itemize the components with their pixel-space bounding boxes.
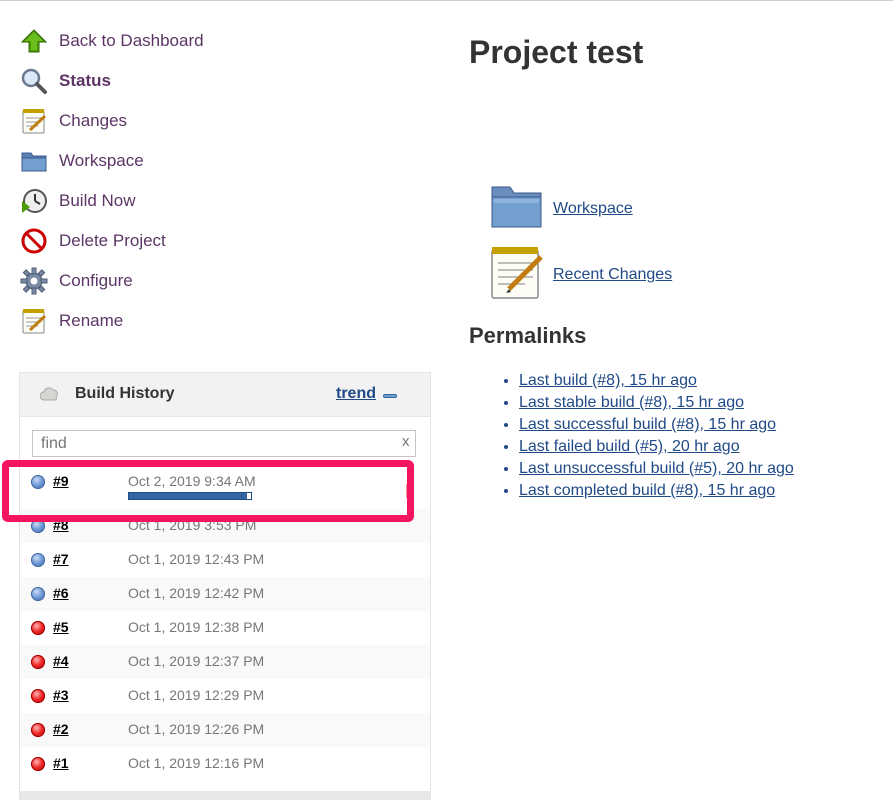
blue-status-ball-icon[interactable]: [31, 587, 45, 601]
task-back-to-dashboard[interactable]: Back to Dashboard: [20, 21, 400, 61]
build-row-5: #5 Oct 1, 2019 12:38 PM: [20, 611, 430, 645]
clear-filter-button[interactable]: x: [402, 433, 410, 450]
progress-fill: [129, 493, 248, 499]
up-arrow-icon: [20, 27, 48, 55]
blue-status-ball-icon[interactable]: [31, 553, 45, 567]
build-date: Oct 2, 2019 9:34 AM: [128, 473, 256, 489]
trend-link[interactable]: trend: [336, 385, 376, 403]
permalink-item: Last completed build (#8), 15 hr ago: [519, 480, 794, 502]
folder-icon[interactable]: [489, 181, 544, 236]
clock-icon: [20, 187, 48, 215]
red-status-ball-icon[interactable]: [31, 689, 45, 703]
build-date: Oct 1, 2019 12:42 PM: [128, 585, 265, 601]
build-date: Oct 1, 2019 12:43 PM: [128, 551, 265, 567]
permalink-last-stable-build[interactable]: Last stable build (#8), 15 hr ago: [519, 394, 744, 411]
red-status-ball-icon[interactable]: [31, 723, 45, 737]
build-date: Oct 1, 2019 12:29 PM: [128, 687, 265, 703]
task-status[interactable]: Status: [20, 61, 400, 101]
gear-icon: [20, 267, 48, 295]
permalink-last-completed-build[interactable]: Last completed build (#8), 15 hr ago: [519, 482, 775, 499]
task-label: Changes: [59, 111, 128, 130]
page-title: Project test: [469, 34, 644, 70]
permalink-item: Last unsuccessful build (#5), 20 hr ago: [519, 458, 794, 480]
build-date: Oct 1, 2019 12:16 PM: [128, 755, 265, 771]
task-label: Rename: [59, 311, 124, 330]
blue-status-ball-icon[interactable]: [31, 519, 45, 533]
permalink-item: Last build (#8), 15 hr ago: [519, 370, 794, 392]
build-date: Oct 1, 2019 12:38 PM: [128, 619, 265, 635]
build-number-link[interactable]: #6: [53, 585, 69, 601]
build-row-3: #3 Oct 1, 2019 12:29 PM: [20, 679, 430, 713]
build-number-link[interactable]: #1: [53, 755, 69, 771]
build-row-2: #2 Oct 1, 2019 12:26 PM: [20, 713, 430, 747]
build-number-link[interactable]: #2: [53, 721, 69, 737]
workspace-big-link: Workspace: [489, 181, 633, 236]
task-label: Delete Project: [59, 231, 166, 250]
build-date: Oct 1, 2019 12:37 PM: [128, 653, 265, 669]
magnifier-icon: [20, 67, 48, 95]
task-label: Workspace: [59, 151, 144, 170]
task-label: Status: [59, 71, 111, 90]
task-label: Back to Dashboard: [59, 31, 204, 50]
build-number-link[interactable]: #5: [53, 619, 69, 635]
workspace-link[interactable]: Workspace: [553, 200, 633, 218]
task-delete-project[interactable]: Delete Project: [20, 221, 400, 261]
permalink-item: Last successful build (#8), 15 hr ago: [519, 414, 794, 436]
notepad-icon: [20, 107, 48, 135]
build-history-panel: Build History trend x #9 Oct 2, 2019 9:3…: [19, 372, 431, 800]
blue-status-ball-icon[interactable]: [31, 475, 45, 489]
permalink-last-unsuccessful-build[interactable]: Last unsuccessful build (#5), 20 hr ago: [519, 460, 794, 477]
build-row-8: #8 Oct 1, 2019 3:53 PM: [20, 509, 430, 543]
build-progress-bar[interactable]: [128, 492, 252, 500]
task-workspace[interactable]: Workspace: [20, 141, 400, 181]
folder-icon: [20, 147, 48, 175]
task-configure[interactable]: Configure: [20, 261, 400, 301]
build-number-link[interactable]: #3: [53, 687, 69, 703]
build-row-4: #4 Oct 1, 2019 12:37 PM: [20, 645, 430, 679]
build-date: Oct 1, 2019 12:26 PM: [128, 721, 265, 737]
build-number-link[interactable]: #9: [53, 473, 69, 489]
permalinks-list: Last build (#8), 15 hr ago Last stable b…: [499, 370, 794, 502]
build-number-link[interactable]: #4: [53, 653, 69, 669]
build-history-footer: [20, 791, 430, 799]
build-row-1: #1 Oct 1, 2019 12:16 PM: [20, 747, 430, 781]
red-status-ball-icon[interactable]: [31, 757, 45, 771]
permalink-last-successful-build[interactable]: Last successful build (#8), 15 hr ago: [519, 416, 776, 433]
red-status-ball-icon[interactable]: [31, 655, 45, 669]
build-filter-input[interactable]: [32, 430, 416, 457]
side-panel-tasks: Back to Dashboard Status Changes Workspa…: [20, 21, 400, 341]
build-date: Oct 1, 2019 3:53 PM: [128, 517, 257, 533]
permalink-item: Last stable build (#8), 15 hr ago: [519, 392, 794, 414]
task-build-now[interactable]: Build Now: [20, 181, 400, 221]
build-number-link[interactable]: #7: [53, 551, 69, 567]
recent-changes-link[interactable]: Recent Changes: [553, 266, 672, 284]
permalink-last-build[interactable]: Last build (#8), 15 hr ago: [519, 372, 697, 389]
recent-changes-big-link: Recent Changes: [489, 244, 672, 305]
stop-build-icon[interactable]: [406, 484, 412, 498]
notepad-icon: [20, 307, 48, 335]
task-label: Build Now: [59, 191, 136, 210]
notepad-icon[interactable]: [489, 244, 544, 305]
task-label: Configure: [59, 271, 133, 290]
build-row-6: #6 Oct 1, 2019 12:42 PM: [20, 577, 430, 611]
red-status-ball-icon[interactable]: [31, 621, 45, 635]
permalink-item: Last failed build (#5), 20 hr ago: [519, 436, 794, 458]
permalink-last-failed-build[interactable]: Last failed build (#5), 20 hr ago: [519, 438, 740, 455]
build-number-link[interactable]: #8: [53, 517, 69, 533]
cloud-icon: [39, 387, 60, 406]
build-row-7: #7 Oct 1, 2019 12:43 PM: [20, 543, 430, 577]
no-entry-icon: [20, 227, 48, 255]
task-rename[interactable]: Rename: [20, 301, 400, 341]
task-changes[interactable]: Changes: [20, 101, 400, 141]
build-history-title: Build History: [75, 385, 175, 402]
permalinks-title: Permalinks: [469, 323, 587, 348]
build-row-9: #9 Oct 2, 2019 9:34 AM: [20, 465, 430, 500]
collapse-icon[interactable]: [383, 394, 397, 398]
build-history-header: Build History trend: [20, 373, 430, 417]
